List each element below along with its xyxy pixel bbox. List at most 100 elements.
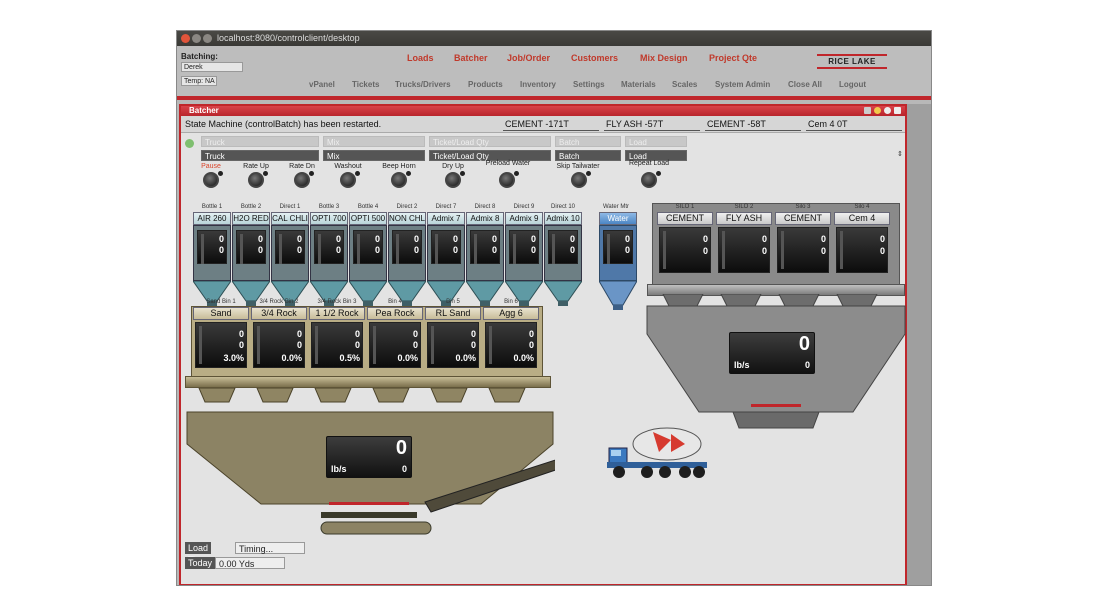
water-header: Water — [599, 212, 637, 225]
mixer-truck-icon — [607, 427, 707, 478]
menu-system-admin[interactable]: System Admin — [715, 80, 770, 89]
batch-field[interactable]: Batch — [555, 150, 621, 161]
silo-header: CEMENT — [657, 212, 713, 225]
menu-mix-design[interactable]: Mix Design — [640, 53, 688, 63]
rate-up-button[interactable] — [248, 171, 268, 188]
silo-small-label: SILO 1 — [675, 204, 695, 210]
menu-batcher[interactable]: Batcher — [454, 53, 488, 63]
admix-header: Admix 7 — [427, 212, 465, 225]
maximize-window-icon[interactable] — [203, 34, 212, 43]
truck-label-ghost: Truck — [201, 136, 319, 147]
bin-header: 3/4 Rock — [251, 307, 307, 320]
water-cone — [599, 281, 637, 310]
load-label-ghost: Load — [625, 136, 687, 147]
bin-display: 0 0 0.5% — [311, 322, 363, 368]
menu-project-qte[interactable]: Project Qte — [709, 53, 757, 63]
dry-up-label: Dry Up — [442, 163, 464, 170]
menu-loads[interactable]: Loads — [407, 53, 434, 63]
admix-small-label: Bottle 1 — [201, 204, 223, 210]
admix-small-label: Direct 7 — [435, 204, 457, 210]
bin-small-label: Bin 6 — [504, 299, 518, 305]
menu-inventory[interactable]: Inventory — [520, 80, 556, 89]
scroll-arrows-icon[interactable]: ⇕ — [897, 150, 903, 158]
admix-cone — [544, 281, 582, 306]
bin-header: Pea Rock — [367, 307, 423, 320]
admix-display: 0 0 — [431, 230, 461, 264]
batching-label: Batching: — [181, 52, 218, 61]
window-url: localhost:8080/controlclient/desktop — [217, 33, 360, 43]
menu-products[interactable]: Products — [468, 80, 503, 89]
washout-label: Washout — [334, 163, 362, 170]
repeat-load-label: Repeat Load — [628, 160, 670, 167]
admix-display: 0 0 — [392, 230, 422, 264]
menu-scales[interactable]: Scales — [672, 80, 697, 89]
bin-display: 0 0 3.0% — [195, 322, 247, 368]
rate-dn-button[interactable] — [294, 171, 314, 188]
silo-display: 0 0 — [836, 227, 888, 273]
silo-display: 0 0 — [718, 227, 770, 273]
batch-label-ghost: Batch — [555, 136, 621, 147]
app-header: Batching: Derek Temp: NA Loads Batcher J… — [177, 46, 931, 100]
panel-minimize-icon[interactable] — [864, 107, 871, 114]
admix-header: NON CHL — [388, 212, 426, 225]
rate-dn-label: Rate Dn — [289, 163, 315, 170]
menu-close-all[interactable]: Close All — [788, 80, 822, 89]
admix-small-label: Direct 2 — [396, 204, 418, 210]
menu-logout[interactable]: Logout — [839, 80, 866, 89]
preload-water-button[interactable] — [499, 171, 519, 188]
bin-moisture-percent: 0.0% — [281, 353, 302, 363]
silo-head-3: CEMENT -58T — [705, 118, 801, 131]
silo-header: CEMENT — [775, 212, 831, 225]
bin-display: 0 0 0.0% — [427, 322, 479, 368]
admix-display: 0 0 — [470, 230, 500, 264]
mix-field[interactable]: Mix — [323, 150, 425, 161]
panel-pin-icon[interactable] — [874, 107, 881, 114]
menu-job-order[interactable]: Job/Order — [507, 53, 550, 63]
admix-small-label: Direct 1 — [279, 204, 301, 210]
beep-horn-label: Beep Horn — [382, 163, 416, 170]
rate-up-label: Rate Up — [243, 163, 269, 170]
ticket-label-ghost: Ticket/Load Qty — [429, 136, 551, 147]
aggregate-scale-display: 0 lb/s 0 — [326, 436, 412, 478]
mix-label-ghost: Mix — [323, 136, 425, 147]
truck-field[interactable]: Truck — [201, 150, 319, 161]
skip-tailwater-button[interactable] — [571, 171, 591, 188]
admix-display: 0 0 — [197, 230, 227, 264]
bin-small-label: Bin 5 — [446, 299, 460, 305]
minimize-window-icon[interactable] — [192, 34, 201, 43]
washout-button[interactable] — [340, 171, 360, 188]
bin-display: 0 0 0.0% — [369, 322, 421, 368]
menu-customers[interactable]: Customers — [571, 53, 618, 63]
bin-header: Agg 6 — [483, 307, 539, 320]
admix-display: 0 0 — [353, 230, 383, 264]
panel-close-icon[interactable] — [894, 107, 901, 114]
menu-materials[interactable]: Materials — [621, 80, 656, 89]
rice-lake-logo: RICE LAKE — [817, 54, 887, 69]
silo-header: FLY ASH — [716, 212, 772, 225]
silo-small-label: Silo 4 — [854, 204, 870, 210]
status-message: State Machine (controlBatch) has been re… — [185, 119, 382, 129]
menu-settings[interactable]: Settings — [573, 80, 605, 89]
close-window-icon[interactable] — [181, 34, 190, 43]
today-label: Today — [185, 557, 216, 569]
silo-head-2: FLY ASH -57T — [604, 118, 700, 131]
admix-header: OPTI 700 — [310, 212, 348, 225]
bin-display: 0 0 0.0% — [253, 322, 305, 368]
status-bar: State Machine (controlBatch) has been re… — [181, 116, 905, 133]
user-field[interactable]: Derek — [181, 62, 243, 72]
repeat-load-button[interactable] — [641, 171, 661, 188]
admix-header: Admix 9 — [505, 212, 543, 225]
menu-trucks-drivers[interactable]: Trucks/Drivers — [395, 80, 451, 89]
bin-small-label: Bin 4 — [388, 299, 402, 305]
silo-small-label: Silo 3 — [795, 204, 811, 210]
panel-help-icon[interactable] — [884, 107, 891, 114]
bin-moisture-percent: 0.5% — [339, 353, 360, 363]
dry-up-button[interactable] — [445, 171, 465, 188]
menu-tickets[interactable]: Tickets — [352, 80, 379, 89]
admix-header: Admix 10 — [544, 212, 582, 225]
silo-head-4: Cem 4 0T — [806, 118, 902, 131]
panel-title: Batcher — [181, 106, 905, 116]
pause-button[interactable] — [203, 171, 223, 188]
beep-horn-button[interactable] — [391, 171, 411, 188]
menu-vpanel[interactable]: vPanel — [309, 80, 335, 89]
